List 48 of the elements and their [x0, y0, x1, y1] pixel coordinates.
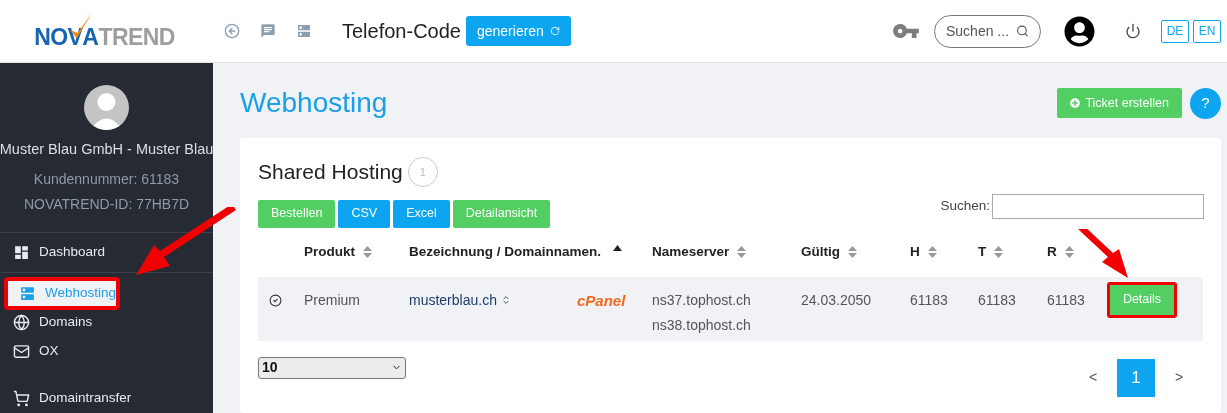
previous-page-button[interactable]: < [1079, 358, 1107, 397]
nav-item[interactable]: Dashboard [0, 237, 213, 267]
nameserver-cell-text: ns38.tophost.ch [652, 315, 752, 335]
sort-toggle-icon[interactable] [500, 294, 511, 306]
column-header[interactable]: T [978, 241, 987, 263]
dashboard-icon [13, 243, 30, 261]
column-header[interactable]: Produkt [304, 241, 355, 263]
server-icon [19, 284, 36, 302]
server-icon[interactable] [296, 23, 312, 39]
search-label: Suchen: [940, 197, 990, 216]
search-icon[interactable] [1016, 24, 1029, 38]
chat-icon[interactable] [260, 23, 276, 39]
table-cell-text: 61183 [978, 290, 1017, 310]
search-input[interactable]: Suchen ... [946, 20, 1012, 42]
customer-id: NOVATREND-ID: 77HB7D [23, 194, 190, 214]
page-size-select[interactable]: 10 [258, 356, 406, 379]
mail-icon [13, 342, 30, 360]
column-header[interactable]: H [910, 241, 920, 263]
table-search-field[interactable] [992, 194, 1204, 219]
table-cell-text: 61183 [910, 290, 949, 310]
column-header[interactable]: Nameserver [652, 241, 730, 263]
plus-icon [1070, 98, 1081, 108]
cart-icon [13, 389, 30, 407]
nav-item[interactable]: Domains [0, 307, 213, 337]
product-cell-text: Premium [304, 290, 361, 310]
check-icon[interactable] [269, 293, 282, 307]
nameserver-cell-text: ns37.tophost.ch [652, 290, 752, 310]
table-cell-text: 61183 [1047, 290, 1086, 310]
column-header[interactable]: Bezeichnung / Domainnamen. [409, 241, 602, 263]
globe-icon [13, 313, 30, 331]
user-name: Muster Blau GmbH - Muster Blau [0, 140, 214, 159]
valid-date-cell-text: 24.03.2050 [801, 290, 873, 310]
card-title: Shared Hosting [258, 159, 403, 185]
domain-link[interactable]: musterblau.ch [409, 289, 497, 311]
next-page-button[interactable]: > [1165, 358, 1193, 397]
power-icon[interactable] [1125, 23, 1141, 39]
page-title: Webhosting [240, 86, 388, 120]
customer-number: Kundennummer: 61183 [33, 169, 180, 189]
user-avatar [84, 85, 129, 130]
column-header[interactable]: R [1047, 241, 1057, 263]
panel-logo: cPanel [577, 290, 627, 311]
phone-code-label: Telefon-Code [342, 19, 461, 44]
avatar-icon[interactable] [1064, 15, 1095, 47]
nav-item[interactable]: Domaintransfer [0, 383, 213, 413]
back-icon[interactable] [224, 23, 240, 39]
column-header[interactable]: Gültig [801, 241, 840, 263]
refresh-icon [549, 26, 560, 36]
nav-item[interactable]: OX [0, 336, 213, 366]
